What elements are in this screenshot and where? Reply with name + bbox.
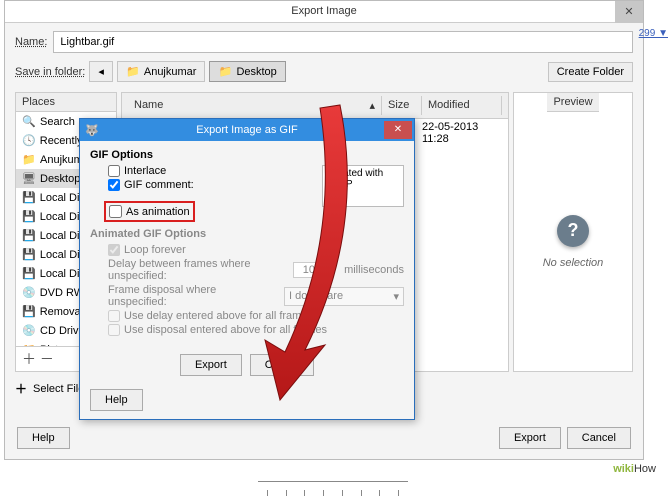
place-icon: 💾: [22, 267, 36, 280]
col-name[interactable]: Name▴: [128, 96, 382, 115]
folder-icon: 📁: [126, 65, 140, 78]
cancel-button[interactable]: Cancel: [567, 427, 631, 449]
app-icon: 🐺: [80, 124, 104, 137]
gif-options-heading: GIF Options: [90, 149, 404, 161]
gif-comment-textarea[interactable]: Created with GIMP: [322, 165, 404, 207]
place-icon: 💾: [22, 191, 36, 204]
place-icon: 💾: [22, 248, 36, 261]
place-icon: 🕓: [22, 134, 36, 147]
as-animation-label: As animation: [126, 206, 190, 218]
wikihow-watermark: wikiHow: [613, 456, 656, 477]
place-label: Search: [40, 116, 75, 128]
expand-icon[interactable]: ＋: [15, 380, 27, 397]
place-icon: 💾: [22, 229, 36, 242]
question-icon: ?: [557, 215, 589, 247]
no-selection-text: No selection: [543, 257, 604, 269]
as-animation-highlight: As animation: [104, 201, 195, 222]
anim-options-heading: Animated GIF Options: [90, 228, 404, 240]
place-icon: 🖥: [22, 172, 36, 185]
place-icon: 📁: [22, 153, 36, 166]
filename-input[interactable]: [53, 31, 633, 53]
name-label: Name:: [15, 36, 47, 48]
delay-spinner: 100 ▲▼: [293, 262, 333, 278]
preview-panel: Preview ? No selection: [513, 92, 633, 372]
close-icon[interactable]: ✕: [615, 1, 643, 23]
place-icon: 💿: [22, 324, 36, 337]
gif-title: Export Image as GIF: [104, 124, 414, 136]
delay-row: Delay between frames where unspecified: …: [108, 258, 404, 282]
place-icon: 🔍: [22, 115, 36, 128]
use-disposal-checkbox: Use disposal entered above for all frame…: [108, 324, 404, 336]
place-icon: 💾: [22, 305, 36, 318]
help-button[interactable]: Help: [17, 427, 70, 449]
loop-forever-checkbox: Loop forever: [108, 244, 404, 256]
gif-export-button[interactable]: Export: [180, 354, 242, 376]
dialog-title: Export Image: [291, 5, 356, 17]
right-edge-marker: 299 ▼: [639, 28, 668, 39]
preview-header: Preview: [547, 93, 598, 112]
folder-icon: 📁: [218, 65, 232, 78]
as-animation-checkbox[interactable]: [109, 205, 122, 218]
save-in-label: Save in folder:: [15, 66, 85, 78]
path-back-button[interactable]: ◂: [89, 61, 113, 82]
export-gif-dialog: 🐺 Export Image as GIF ✕ GIF Options Inte…: [79, 118, 415, 420]
export-button[interactable]: Export: [499, 427, 561, 449]
dialog-title-bar[interactable]: Export Image ✕: [5, 1, 643, 23]
ruler: [258, 481, 408, 503]
place-label: Desktop: [40, 173, 80, 185]
close-icon[interactable]: ✕: [384, 121, 412, 139]
disposal-combo: I don't care▾: [284, 287, 404, 306]
use-delay-checkbox: Use delay entered above for all frames: [108, 310, 404, 322]
file-list-header: Name▴ Size Modified: [122, 93, 508, 119]
chevron-down-icon: ▾: [393, 290, 399, 303]
sort-icon: ▴: [369, 99, 375, 112]
path-segment-desktop[interactable]: 📁Desktop: [209, 61, 285, 82]
places-header[interactable]: Places: [16, 93, 116, 112]
disposal-row: Frame disposal where unspecified: I don'…: [108, 284, 404, 308]
gif-cancel-button[interactable]: Cancel: [250, 354, 314, 376]
col-modified[interactable]: Modified: [422, 96, 502, 115]
place-icon: 💿: [22, 286, 36, 299]
col-size[interactable]: Size: [382, 96, 422, 115]
create-folder-button[interactable]: Create Folder: [548, 62, 633, 82]
path-segment-user[interactable]: 📁Anujkumar: [117, 61, 206, 82]
place-icon: 💾: [22, 210, 36, 223]
gif-title-bar[interactable]: 🐺 Export Image as GIF ✕: [80, 119, 414, 141]
gif-help-button[interactable]: Help: [90, 389, 143, 411]
